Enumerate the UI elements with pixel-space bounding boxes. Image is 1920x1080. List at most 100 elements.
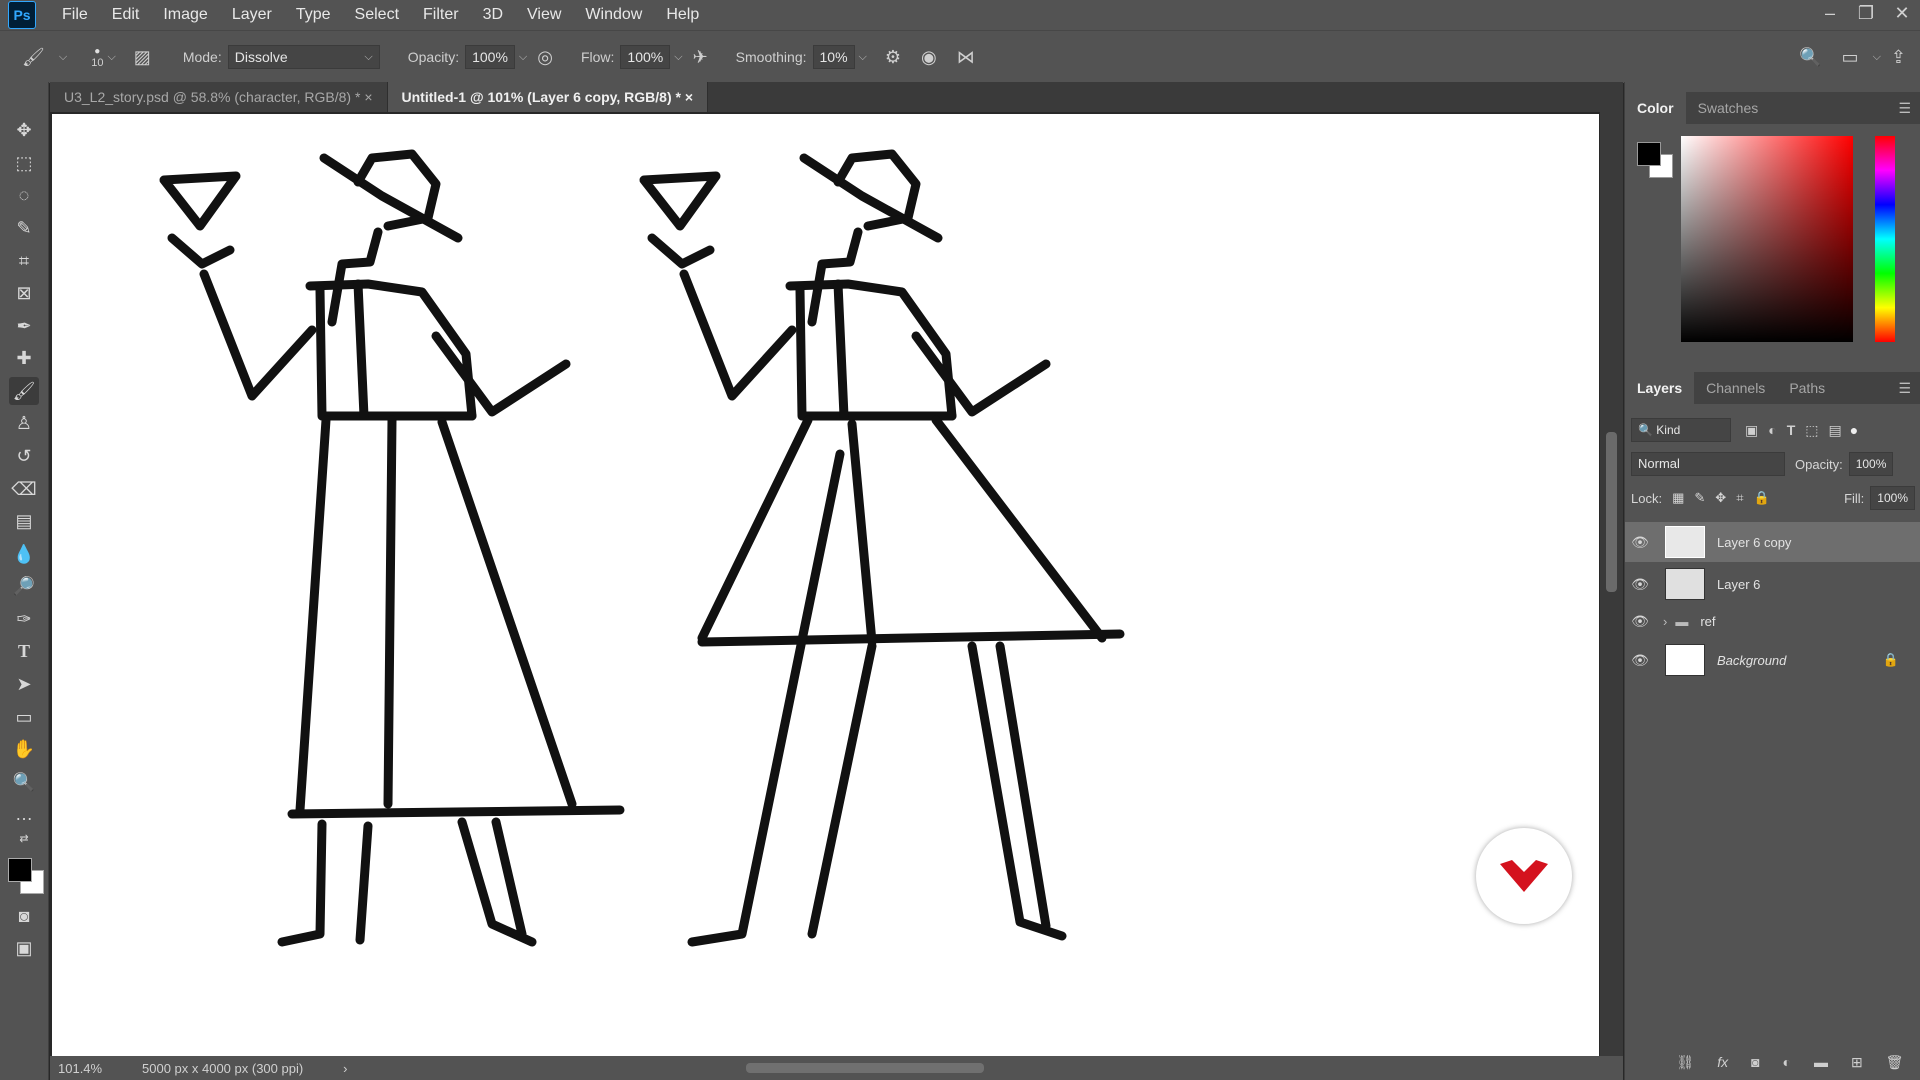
eye-icon[interactable]: 👁 [1625,534,1655,551]
tab-untitled-1[interactable]: Untitled-1 @ 101% (Layer 6 copy, RGB/8) … [387,82,709,112]
lock-image-icon[interactable]: ✎ [1694,490,1705,506]
clone-stamp-tool-icon[interactable]: ♙ [9,409,39,437]
workspace-icon[interactable]: ▭ [1842,47,1859,68]
lock-all-icon[interactable]: 🔒 [1754,490,1770,506]
filter-toggle-icon[interactable]: ● [1850,422,1858,438]
chevron-right-icon[interactable]: › [1663,614,1667,629]
tab-swatches[interactable]: Swatches [1686,92,1771,124]
menu-filter[interactable]: Filter [411,0,471,30]
workspace-chevron-down-icon[interactable]: ⌵ [1873,51,1881,64]
move-tool-icon[interactable]: ✥ [9,116,39,144]
status-menu-arrow-icon[interactable]: › [343,1061,347,1076]
lasso-tool-icon[interactable]: ◌ [9,181,39,209]
share-icon[interactable]: ⇪ [1891,47,1906,68]
opacity-input[interactable]: 100% [465,45,515,69]
fill-input[interactable]: 100% [1870,486,1915,510]
eye-icon[interactable]: 👁 [1625,576,1655,593]
zoom-level[interactable]: 101.4% [58,1061,130,1076]
gear-icon[interactable]: ⚙ [885,47,901,68]
filter-type-icon[interactable]: T [1787,422,1796,438]
vertical-scroll-thumb[interactable] [1606,432,1617,592]
filter-smart-object-icon[interactable]: ▤ [1829,422,1842,439]
panel-menu-icon[interactable]: ☰ [1898,380,1911,397]
blend-mode-select[interactable]: Normal [1631,452,1785,476]
tab-channels[interactable]: Channels [1694,372,1777,404]
hue-slider[interactable] [1875,136,1895,342]
new-layer-icon[interactable]: ⊞ [1851,1054,1863,1071]
eraser-tool-icon[interactable]: ⌫ [9,475,39,503]
opacity-chevron-down-icon[interactable]: ⌵ [519,51,527,64]
airbrush-icon[interactable]: ✈ [693,47,708,68]
crop-tool-icon[interactable]: ⌗ [9,247,39,275]
smoothing-chevron-down-icon[interactable]: ⌵ [859,51,867,64]
path-selection-tool-icon[interactable]: ➤ [9,670,39,698]
swap-colors-icon[interactable]: ⇄ [9,830,39,846]
close-icon[interactable]: × [364,89,372,105]
trash-icon[interactable]: 🗑 [1886,1054,1904,1071]
healing-brush-tool-icon[interactable]: ✚ [9,344,39,372]
foreground-color-swatch[interactable] [8,858,32,882]
color-field[interactable] [1681,136,1853,342]
layer-row-layer-6-copy[interactable]: 👁 Layer 6 copy [1625,522,1920,562]
more-tools-icon[interactable]: … [9,800,39,828]
layer-row-background[interactable]: 👁 Background 🔒 [1625,640,1920,680]
smoothing-input[interactable]: 10% [812,45,855,69]
new-group-icon[interactable]: ▬ [1814,1054,1828,1070]
tab-paths[interactable]: Paths [1777,372,1837,404]
tab-color[interactable]: Color [1625,92,1686,124]
tab-u3-l2-story[interactable]: U3_L2_story.psd @ 58.8% (character, RGB/… [50,82,388,112]
filter-pixel-icon[interactable]: ▣ [1745,422,1758,439]
gradient-tool-icon[interactable]: ▤ [9,507,39,535]
layer-kind-filter[interactable]: 🔍 Kind [1631,418,1731,442]
symmetry-butterfly-icon[interactable]: ⋈ [957,47,975,68]
menu-file[interactable]: File [50,0,100,30]
brush-chevron-down-icon[interactable]: ⌵ [107,51,115,64]
color-panel-foreground-swatch[interactable] [1637,142,1661,166]
add-mask-icon[interactable]: ◙ [1751,1054,1759,1070]
filter-adjustment-icon[interactable]: ◐ [1768,422,1776,438]
history-brush-tool-icon[interactable]: ↺ [9,442,39,470]
menu-layer[interactable]: Layer [220,0,284,30]
layer-row-ref-group[interactable]: 👁 › ▬ ref [1625,604,1920,638]
brand-badge[interactable] [1476,828,1572,924]
flow-chevron-down-icon[interactable]: ⌵ [674,51,682,64]
panel-menu-icon[interactable]: ☰ [1898,100,1911,117]
brush-tool-icon[interactable]: 🖌 [22,47,45,68]
filter-shape-icon[interactable]: ⬚ [1805,422,1818,439]
new-adjustment-icon[interactable]: ◐ [1783,1054,1791,1070]
canvas-vertical-scrollbar[interactable] [1600,112,1623,1056]
close-icon[interactable]: ✕ [1884,0,1920,30]
brush-preset-picker[interactable]: ● 10 [91,46,103,69]
quick-mask-icon[interactable]: ◙ [9,902,39,930]
restore-icon[interactable]: ❐ [1848,0,1884,30]
rectangle-tool-icon[interactable]: ▭ [9,703,39,731]
menu-select[interactable]: Select [343,0,411,30]
search-icon[interactable]: 🔍 [1799,47,1821,68]
document-canvas[interactable] [52,114,1599,1056]
screen-mode-icon[interactable]: ▣ [9,934,39,962]
eye-icon[interactable]: 👁 [1625,613,1655,630]
mode-select[interactable]: Dissolve ⌵ [227,45,380,69]
layer-row-layer-6[interactable]: 👁 Layer 6 [1625,564,1920,604]
eye-icon[interactable]: 👁 [1625,652,1655,669]
hand-tool-icon[interactable]: ✋ [9,735,39,763]
pressure-opacity-icon[interactable]: ◎ [537,47,553,68]
menu-help[interactable]: Help [654,0,711,30]
dodge-tool-icon[interactable]: 🔎 [9,572,39,600]
marquee-tool-icon[interactable]: ⬚ [9,149,39,177]
blur-tool-icon[interactable]: 💧 [9,540,39,568]
menu-window[interactable]: Window [573,0,654,30]
menu-3d[interactable]: 3D [471,0,515,30]
link-layers-icon[interactable]: ⛓ [1676,1054,1694,1071]
brush-settings-icon[interactable]: ▨ [134,47,151,68]
lock-transparent-icon[interactable]: ▦ [1672,490,1684,506]
layer-opacity-input[interactable]: 100% [1848,452,1894,476]
menu-image[interactable]: Image [151,0,219,30]
lock-artboard-icon[interactable]: ⌗ [1736,490,1743,506]
minimize-icon[interactable]: – [1812,0,1848,30]
pressure-size-icon[interactable]: ◉ [921,47,937,68]
layer-style-fx-icon[interactable]: fx [1717,1054,1728,1070]
pen-tool-icon[interactable]: ✑ [9,605,39,633]
lock-position-icon[interactable]: ✥ [1715,490,1726,506]
type-tool-icon[interactable]: T [9,637,39,665]
